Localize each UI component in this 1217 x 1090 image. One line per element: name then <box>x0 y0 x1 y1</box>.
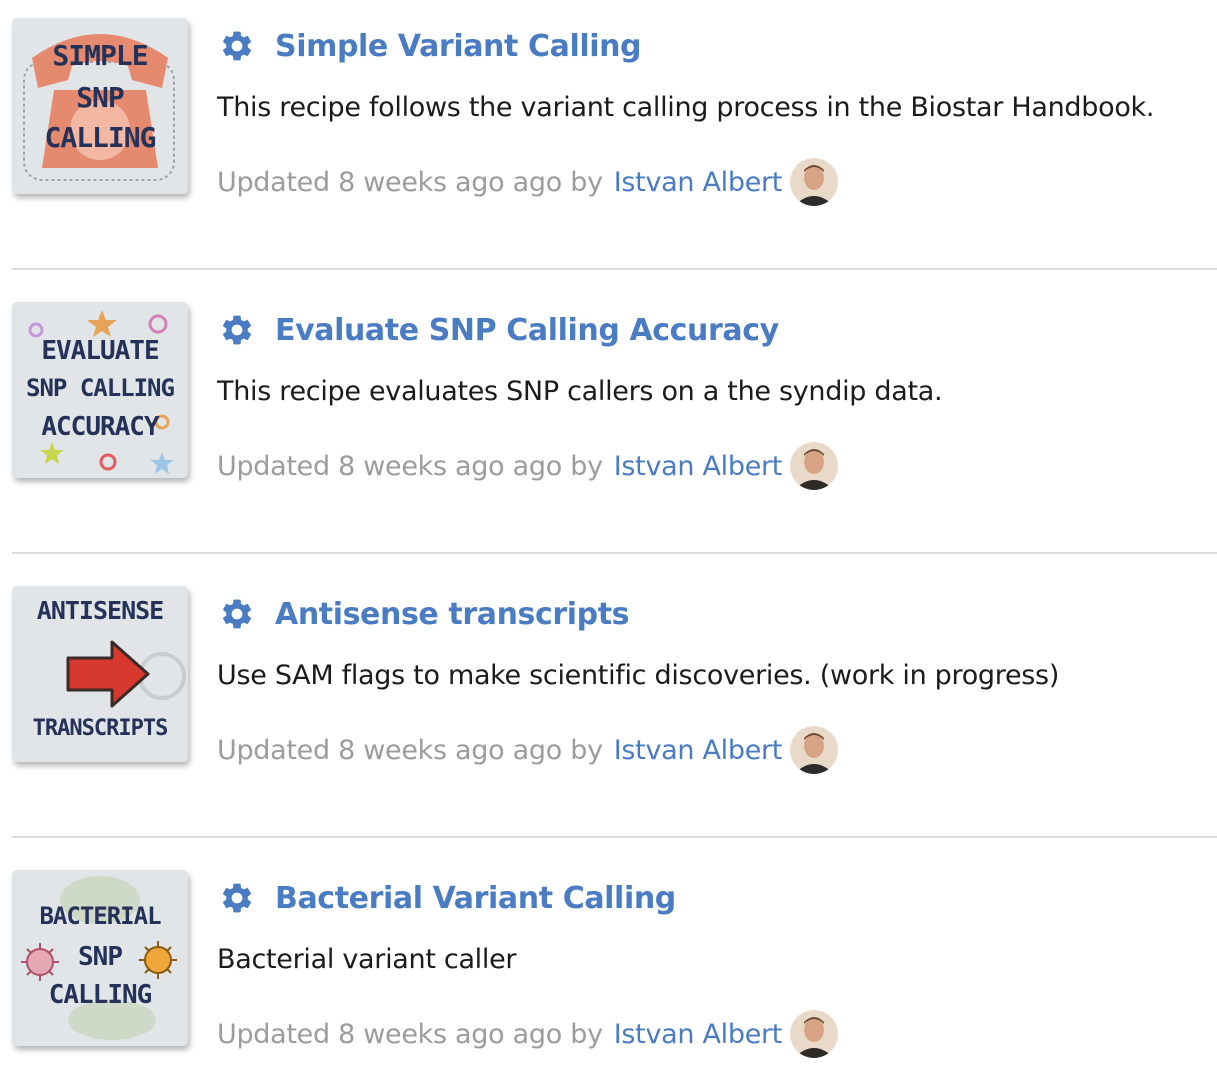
author-link[interactable]: Istvan Albert <box>614 1019 783 1050</box>
recipe-thumbnail[interactable]: SIMPLE SNP CALLING <box>12 18 188 194</box>
thumbnail-line: SNP <box>76 81 125 114</box>
recipe-description: Use SAM flags to make scientific discove… <box>217 660 1060 691</box>
recipe-title-link[interactable]: Simple Variant Calling <box>275 29 642 64</box>
recipe-item: BACTERIAL SNP CALLING Bacterial Variant … <box>12 836 1217 1058</box>
recipe-thumbnail[interactable]: BACTERIAL SNP CALLING <box>12 870 188 1046</box>
thumbnail-line: BACTERIAL <box>39 902 161 930</box>
updated-text: Updated 8 weeks ago ago by <box>217 734 603 766</box>
updated-text: Updated 8 weeks ago ago by <box>217 450 603 482</box>
avatar[interactable] <box>790 442 839 490</box>
thumbnail-line: ANTISENSE <box>36 596 164 625</box>
thumbnail-line: TRANSCRIPTS <box>32 716 169 741</box>
avatar[interactable] <box>790 726 839 774</box>
thumbnail-line: EVALUATE <box>41 336 159 366</box>
thumbnail-line: ACCURACY <box>41 412 159 442</box>
gear-icon <box>222 31 252 61</box>
recipe-title-link[interactable]: Evaluate SNP Calling Accuracy <box>275 313 779 348</box>
recipe-title-row: Simple Variant Calling <box>217 24 642 68</box>
avatar[interactable] <box>790 158 839 206</box>
recipe-item: ANTISENSE TRANSCRIPTS Antisense transcri… <box>12 552 1217 774</box>
recipe-meta: Updated 8 weeks ago ago by Istvan Albert <box>217 1010 839 1058</box>
recipe-thumbnail[interactable]: ANTISENSE TRANSCRIPTS <box>12 586 188 762</box>
recipe-meta: Updated 8 weeks ago ago by Istvan Albert <box>217 726 839 774</box>
recipe-description: This recipe evaluates SNP callers on a t… <box>217 376 943 407</box>
recipe-item: EVALUATE SNP CALLING ACCURACY Evaluate S… <box>12 268 1217 490</box>
recipe-title-link[interactable]: Antisense transcripts <box>275 597 630 632</box>
gear-icon <box>222 599 252 629</box>
author-link[interactable]: Istvan Albert <box>614 167 783 198</box>
recipe-description: Bacterial variant caller <box>217 944 517 975</box>
updated-text: Updated 8 weeks ago ago by <box>217 166 603 198</box>
recipe-title-row: Antisense transcripts <box>217 592 630 636</box>
recipe-thumbnail[interactable]: EVALUATE SNP CALLING ACCURACY <box>12 302 188 478</box>
gear-icon <box>222 883 252 913</box>
author-link[interactable]: Istvan Albert <box>614 735 783 766</box>
recipe-meta: Updated 8 weeks ago ago by Istvan Albert <box>217 158 839 206</box>
recipe-meta: Updated 8 weeks ago ago by Istvan Albert <box>217 442 839 490</box>
thumbnail-line: CALLING <box>44 121 156 154</box>
thumbnail-line: SIMPLE <box>52 39 148 72</box>
recipe-description: This recipe follows the variant calling … <box>217 92 1155 123</box>
thumbnail-line: SNP CALLING <box>26 374 175 402</box>
thumbnail-line: SNP <box>78 942 123 972</box>
avatar[interactable] <box>790 1010 839 1058</box>
recipe-title-row: Evaluate SNP Calling Accuracy <box>217 308 779 352</box>
recipe-item: SIMPLE SNP CALLING Simple Variant Callin… <box>12 18 1217 206</box>
recipe-title-link[interactable]: Bacterial Variant Calling <box>275 881 676 916</box>
gear-icon <box>222 315 252 345</box>
thumbnail-line: CALLING <box>48 980 153 1010</box>
updated-text: Updated 8 weeks ago ago by <box>217 1018 603 1050</box>
recipe-title-row: Bacterial Variant Calling <box>217 876 676 920</box>
author-link[interactable]: Istvan Albert <box>614 451 783 482</box>
